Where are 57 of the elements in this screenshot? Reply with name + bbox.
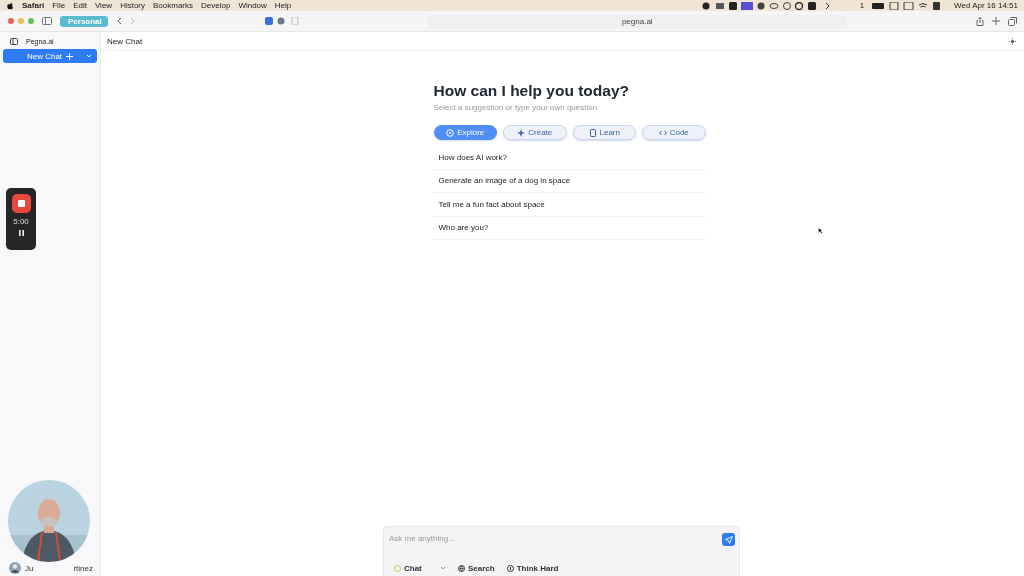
code-icon: [658, 128, 667, 137]
user-name: Ju: [25, 563, 34, 573]
back-icon[interactable]: [115, 17, 122, 25]
user-name: rtinez: [73, 563, 93, 573]
menu-item[interactable]: View: [94, 1, 113, 10]
book-icon: [588, 128, 597, 137]
welcome-subheading: Select a suggestion or type your own question: [433, 103, 599, 112]
category-tab[interactable]: Code: [642, 125, 706, 140]
sidebar-icon[interactable]: [10, 37, 18, 45]
share-icon[interactable]: [976, 16, 984, 26]
sidebar-icon[interactable]: [42, 17, 52, 25]
suggestion-item[interactable]: How does AI work?: [433, 146, 706, 170]
new-chat-button[interactable]: New Chat: [3, 49, 97, 63]
message-input[interactable]: Ask me anything...: [389, 534, 589, 543]
tool-button[interactable]: Search: [458, 563, 495, 573]
welcome-heading: How can I help you today?: [433, 82, 630, 100]
theme-toggle-icon[interactable]: [1009, 37, 1016, 45]
menu-item[interactable]: Window: [238, 1, 267, 10]
tabs-icon[interactable]: [1008, 16, 1017, 26]
compass-icon: [446, 128, 455, 137]
chevron-down-icon[interactable]: [86, 54, 92, 58]
tool-button[interactable]: Think Hard: [506, 563, 559, 573]
menu-item[interactable]: Edit: [73, 1, 87, 10]
url-text: pegna.ai: [621, 16, 653, 26]
apple-icon[interactable]: [6, 1, 14, 10]
circle-icon: [394, 564, 401, 572]
suggestion-item[interactable]: Tell me a fun fact about space: [433, 193, 706, 217]
globe-icon: [458, 564, 465, 572]
forward-icon: [129, 17, 136, 25]
menu-item[interactable]: Develop: [201, 1, 231, 10]
menu-item[interactable]: History: [120, 1, 145, 10]
recording-timer: 5:00: [13, 217, 29, 226]
suggestion-item[interactable]: Who are you?: [433, 216, 706, 240]
category-tab[interactable]: Learn: [572, 125, 636, 140]
window-controls-drawing[interactable]: [8, 18, 34, 24]
chat-title: New Chat: [107, 36, 143, 46]
mouse-cursor-icon: [818, 227, 823, 234]
send-button[interactable]: [722, 533, 735, 546]
plus-icon[interactable]: [992, 17, 1000, 25]
chevron-down-icon: [440, 566, 446, 570]
address-field[interactable]: pegna.ai: [427, 14, 848, 28]
plus-icon: [66, 52, 74, 60]
notification-count: 1: [859, 1, 865, 10]
stop-button[interactable]: [11, 194, 31, 213]
menu-item[interactable]: Safari: [22, 1, 45, 10]
mode-dropdown[interactable]: Chat: [394, 563, 446, 573]
extension-icons-drawing[interactable]: [264, 17, 299, 25]
sparkle-icon: [517, 128, 526, 137]
menu-item[interactable]: File: [52, 1, 66, 10]
suggestion-item[interactable]: Generate an image of a dog in space: [433, 169, 706, 193]
category-tab[interactable]: Create: [503, 125, 567, 140]
menu-item[interactable]: Help: [274, 1, 292, 10]
clock: Wed Apr 16 14:51: [954, 1, 1018, 10]
menu-item[interactable]: Bookmarks: [153, 1, 194, 10]
avatar-icon[interactable]: [9, 562, 21, 574]
pause-icon[interactable]: [18, 230, 24, 236]
info-icon: [506, 564, 514, 572]
